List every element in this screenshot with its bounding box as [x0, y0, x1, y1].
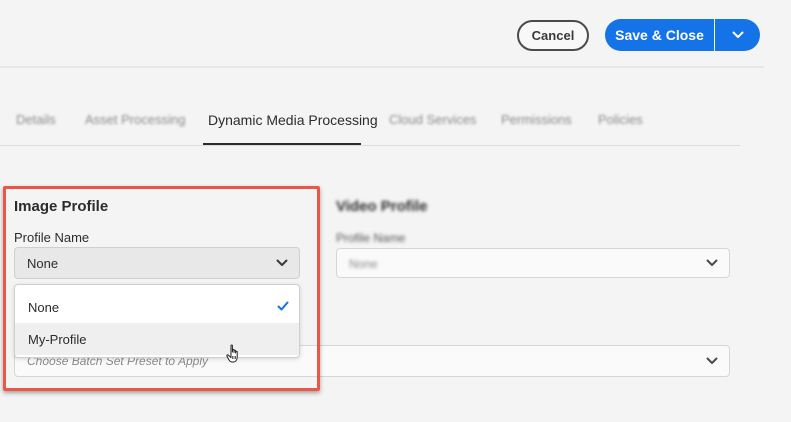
option-label: None [28, 300, 60, 315]
chevron-down-icon [276, 259, 288, 266]
save-options-dropdown-button[interactable] [715, 19, 760, 51]
checkmark-icon [277, 301, 289, 311]
cancel-button[interactable]: Cancel [517, 20, 589, 51]
tabs-divider [0, 145, 740, 146]
chevron-down-icon [706, 357, 718, 364]
header-divider [0, 66, 764, 68]
image-profile-selected-value: None [27, 256, 59, 271]
chevron-down-icon [732, 31, 743, 38]
hand-pointer-cursor-icon [226, 344, 238, 363]
dropdown-option-my-profile[interactable]: My-Profile [15, 323, 299, 355]
tab-permissions[interactable]: Permissions [501, 112, 572, 127]
option-label: My-Profile [28, 332, 87, 347]
chevron-down-icon [706, 259, 718, 266]
image-profile-heading: Image Profile [14, 198, 109, 215]
video-profile-selected-value: None [349, 257, 378, 271]
dropdown-option-none[interactable]: None [15, 291, 299, 323]
image-profile-name-label: Profile Name [14, 230, 90, 245]
video-profile-heading: Video Profile [336, 198, 428, 215]
video-profile-select[interactable] [336, 248, 730, 278]
header-bar: Cancel Save & Close [0, 0, 791, 68]
tab-details[interactable]: Details [16, 112, 56, 127]
tab-dynamic-media-processing[interactable]: Dynamic Media Processing [208, 112, 378, 128]
active-tab-indicator [203, 143, 361, 145]
tab-asset-processing[interactable]: Asset Processing [85, 112, 185, 127]
tab-policies[interactable]: Policies [598, 112, 643, 127]
video-profile-name-label: Profile Name [336, 231, 406, 245]
image-profile-dropdown-menu: None My-Profile [14, 284, 300, 358]
save-and-close-button[interactable]: Save & Close [605, 19, 714, 51]
tab-cloud-services[interactable]: Cloud Services [389, 112, 476, 127]
